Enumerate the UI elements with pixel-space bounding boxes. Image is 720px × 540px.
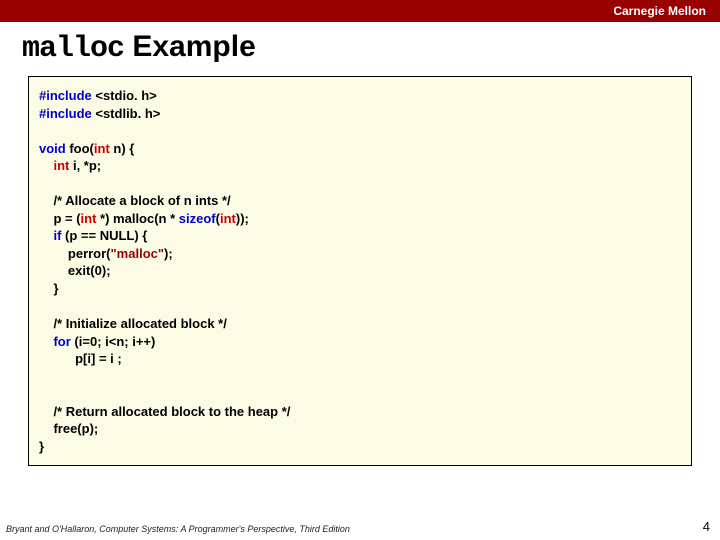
- code-box: #include <stdio. h> #include <stdlib. h>…: [28, 76, 692, 466]
- type-int-cast: int: [81, 211, 97, 226]
- for-rest: ; i<n; i++): [97, 334, 155, 349]
- comment-alloc: /* Allocate a block of n ints */: [39, 193, 231, 208]
- type-int-sizeof: int: [220, 211, 236, 226]
- page-number: 4: [703, 519, 710, 534]
- footer: Bryant and O'Hallaron, Computer Systems:…: [6, 519, 710, 534]
- assign-pre: p = (: [39, 211, 81, 226]
- close-brace-fn: }: [39, 439, 44, 454]
- assign-mid: *) malloc(n *: [96, 211, 178, 226]
- decl-pre: [39, 158, 53, 173]
- exit-end: );: [102, 263, 111, 278]
- kw-include2: #include: [39, 106, 95, 121]
- num-zero-exit: 0: [95, 263, 102, 278]
- type-int-arg: int: [94, 141, 110, 156]
- free-call: free(p);: [39, 421, 98, 436]
- slide-title: malloc Example: [0, 22, 720, 76]
- citation: Bryant and O'Hallaron, Computer Systems:…: [6, 524, 350, 534]
- type-int-decl: int: [53, 158, 69, 173]
- title-rest: Example: [124, 30, 256, 63]
- hdr-stdio: <stdio. h>: [95, 88, 156, 103]
- org-label: Carnegie Mellon: [613, 4, 706, 18]
- kw-for: for: [53, 334, 70, 349]
- slide: Carnegie Mellon malloc Example #include …: [0, 0, 720, 540]
- fn-arg-end: n) {: [110, 141, 135, 156]
- fn-name: foo(: [66, 141, 94, 156]
- kw-void: void: [39, 141, 66, 156]
- for-open: (i=: [71, 334, 90, 349]
- loop-body: p[i] = i ;: [39, 351, 122, 366]
- kw-include1: #include: [39, 88, 95, 103]
- if-cond: (p == NULL) {: [61, 228, 147, 243]
- decl-rest: i, *p;: [69, 158, 101, 173]
- perror-pre: perror(: [39, 246, 111, 261]
- assign-end: ));: [236, 211, 249, 226]
- code-listing: #include <stdio. h> #include <stdlib. h>…: [39, 87, 681, 455]
- comment-init: /* Initialize allocated block */: [39, 316, 227, 331]
- hdr-stdlib: <stdlib. h>: [95, 106, 160, 121]
- kw-sizeof: sizeof: [179, 211, 216, 226]
- str-malloc: "malloc": [111, 246, 165, 261]
- close-brace-if: }: [39, 281, 59, 296]
- comment-return: /* Return allocated block to the heap */: [39, 404, 290, 419]
- title-mono: malloc: [22, 32, 124, 66]
- perror-end: );: [164, 246, 173, 261]
- header-bar: Carnegie Mellon: [0, 0, 720, 22]
- exit-pre: exit(: [39, 263, 95, 278]
- if-pre: [39, 228, 53, 243]
- for-pre: [39, 334, 53, 349]
